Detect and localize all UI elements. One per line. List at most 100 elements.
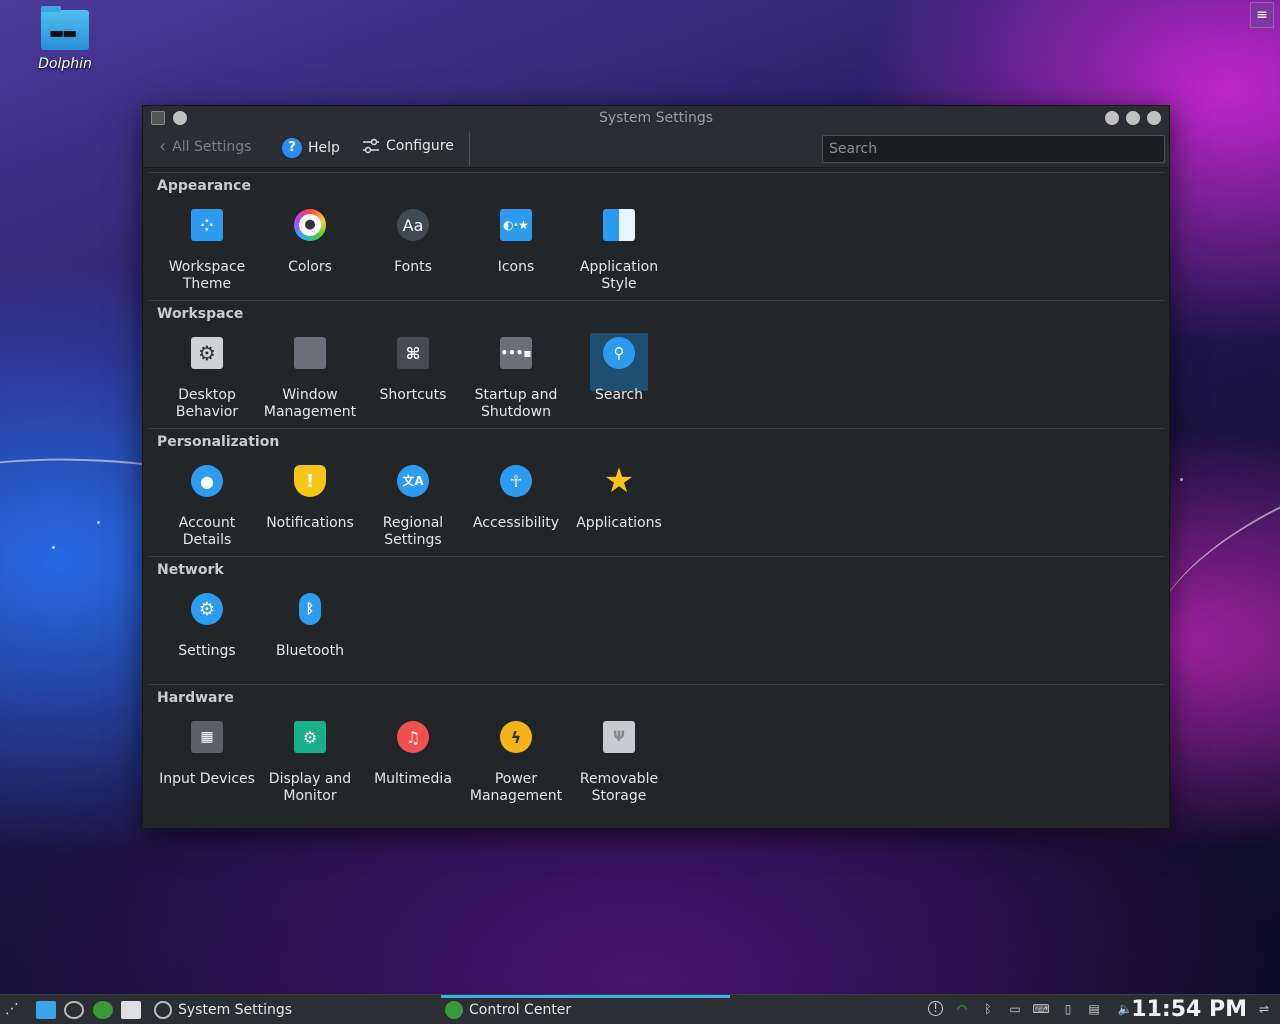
item-search[interactable]: ⚲ Search — [569, 333, 669, 404]
task-control-center[interactable]: Control Center — [441, 995, 730, 1024]
maximize-button[interactable] — [1126, 111, 1140, 125]
item-bluetooth[interactable]: ᛒ Bluetooth — [260, 589, 360, 660]
item-fonts[interactable]: Aa Fonts — [363, 205, 463, 276]
item-label: Multimedia — [374, 771, 452, 787]
item-colors[interactable]: ● Colors — [260, 205, 360, 276]
item-network-settings[interactable]: ⚙ Settings — [157, 589, 257, 660]
item-label: Application Style — [579, 259, 659, 292]
item-label: Regional Settings — [382, 515, 444, 548]
section-personalization: Personalization ● Account Details ! Noti… — [149, 428, 1165, 556]
task-system-settings[interactable]: System Settings — [150, 995, 436, 1024]
search-input[interactable]: Search — [822, 135, 1165, 163]
control-center-launcher-icon[interactable] — [93, 1001, 113, 1019]
section-title: Hardware — [157, 690, 234, 706]
item-desktop-behavior[interactable]: ⚙ Desktop Behavior — [157, 333, 257, 421]
item-shortcuts[interactable]: ⌘ Shortcuts — [363, 333, 463, 404]
bluetooth-icon: ᛒ — [299, 593, 321, 625]
panel-options-icon[interactable]: ⇌ — [1256, 1001, 1272, 1017]
clock[interactable]: 11:54 PM — [1131, 997, 1247, 1022]
configure-icon — [363, 138, 379, 154]
system-settings-window: System Settings ‹ All Settings ? Help Co… — [142, 105, 1170, 829]
task-label: System Settings — [178, 1001, 293, 1018]
close-button[interactable] — [1147, 111, 1161, 125]
settings-categories: Appearance ⁘ Workspace Theme ● Colors Aa… — [149, 172, 1165, 812]
control-center-icon — [445, 1000, 463, 1019]
hamburger-icon[interactable]: ≡ — [1250, 2, 1274, 28]
item-applications[interactable]: ★ Applications — [569, 461, 669, 532]
item-removable-storage[interactable]: Ψ Removable Storage — [569, 717, 669, 805]
item-regional-settings[interactable]: 文A Regional Settings — [363, 461, 463, 549]
application-style-icon — [603, 209, 635, 241]
item-account-details[interactable]: ● Account Details — [157, 461, 257, 549]
item-power-management[interactable]: ϟ Power Management — [466, 717, 566, 805]
item-multimedia[interactable]: ♫ Multimedia — [363, 717, 463, 788]
wifi-icon[interactable]: ◠ — [954, 1001, 970, 1017]
startup-shutdown-icon: •••▪ — [500, 337, 532, 369]
power-management-icon: ϟ — [500, 721, 532, 753]
help-button[interactable]: ? Help — [282, 138, 340, 158]
display-tray-icon[interactable]: ▭ — [1005, 1001, 1025, 1017]
shortcuts-icon: ⌘ — [397, 337, 429, 369]
item-notifications[interactable]: ! Notifications — [260, 461, 360, 532]
section-title: Workspace — [157, 306, 244, 322]
item-application-style[interactable]: Application Style — [569, 205, 669, 293]
item-display-monitor[interactable]: ⚙ Display and Monitor — [260, 717, 360, 805]
configure-button[interactable]: Configure — [362, 138, 454, 154]
help-label: Help — [308, 140, 340, 156]
item-startup-shutdown[interactable]: •••▪ Startup and Shutdown — [466, 333, 566, 421]
section-workspace: Workspace ⚙ Desktop Behavior Window Mana… — [149, 300, 1165, 428]
desktop-icon-label: Dolphin — [38, 56, 92, 72]
colors-icon: ● — [294, 209, 326, 241]
window-management-icon — [294, 337, 326, 369]
item-label: Applications — [576, 515, 662, 531]
wallpaper-star — [52, 546, 55, 549]
application-launcher-icon[interactable]: ⋰ — [5, 1001, 25, 1019]
usb-storage-icon[interactable]: ▯ — [1060, 1001, 1076, 1017]
system-settings-icon — [154, 1000, 172, 1019]
notifications-tray-icon[interactable]: ! — [928, 1001, 943, 1016]
window-titlebar[interactable]: System Settings — [143, 106, 1169, 130]
downloader-launcher-icon[interactable] — [121, 1001, 141, 1019]
dolphin-folder-icon: ▬▬ — [41, 6, 89, 50]
item-window-management[interactable]: Window Management — [260, 333, 360, 421]
item-label: Icons — [497, 259, 535, 275]
notifications-icon: ! — [294, 465, 326, 497]
chevron-left-icon: ‹ — [159, 136, 167, 157]
dolphin-launcher-icon[interactable] — [36, 1001, 56, 1019]
item-label: Power Management — [469, 771, 563, 804]
item-label: Window Management — [263, 387, 357, 420]
task-label: Control Center — [469, 1001, 572, 1018]
section-title: Network — [157, 562, 224, 578]
window-title: System Settings — [598, 110, 714, 126]
accessibility-icon: ☥ — [500, 465, 532, 497]
all-settings-button[interactable]: ‹ All Settings — [159, 138, 251, 156]
bluetooth-tray-icon[interactable]: ᛒ — [980, 1001, 996, 1017]
item-label: Accessibility — [472, 515, 560, 531]
item-workspace-theme[interactable]: ⁘ Workspace Theme — [157, 205, 257, 293]
item-icons[interactable]: ◐·★ Icons — [466, 205, 566, 276]
clipboard-icon[interactable]: ▤ — [1086, 1001, 1102, 1017]
help-icon: ? — [282, 138, 302, 158]
keyboard-icon[interactable]: ⌨ — [1032, 1001, 1050, 1017]
applications-icon: ★ — [603, 460, 635, 501]
fonts-icon: Aa — [397, 209, 429, 241]
network-settings-icon: ⚙ — [191, 593, 223, 625]
section-appearance: Appearance ⁘ Workspace Theme ● Colors Aa… — [149, 172, 1165, 300]
wallpaper-star — [1180, 478, 1183, 481]
workspace-theme-icon: ⁘ — [191, 209, 223, 241]
section-title: Appearance — [157, 178, 251, 194]
item-input-devices[interactable]: ▦ Input Devices — [157, 717, 257, 788]
account-details-icon: ● — [191, 465, 223, 497]
icons-icon: ◐·★ — [500, 209, 532, 241]
minimize-button[interactable] — [1105, 111, 1119, 125]
configure-label: Configure — [386, 138, 454, 154]
item-label: Input Devices — [159, 771, 255, 787]
settings-launcher-icon[interactable] — [64, 1001, 84, 1019]
item-label: Notifications — [266, 515, 354, 531]
desktop-icon-dolphin[interactable]: ▬▬ Dolphin — [30, 6, 100, 72]
item-label: Removable Storage — [579, 771, 659, 804]
wallpaper-star — [97, 521, 100, 524]
item-accessibility[interactable]: ☥ Accessibility — [466, 461, 566, 532]
all-settings-label: All Settings — [172, 139, 252, 155]
input-devices-icon: ▦ — [191, 721, 223, 753]
